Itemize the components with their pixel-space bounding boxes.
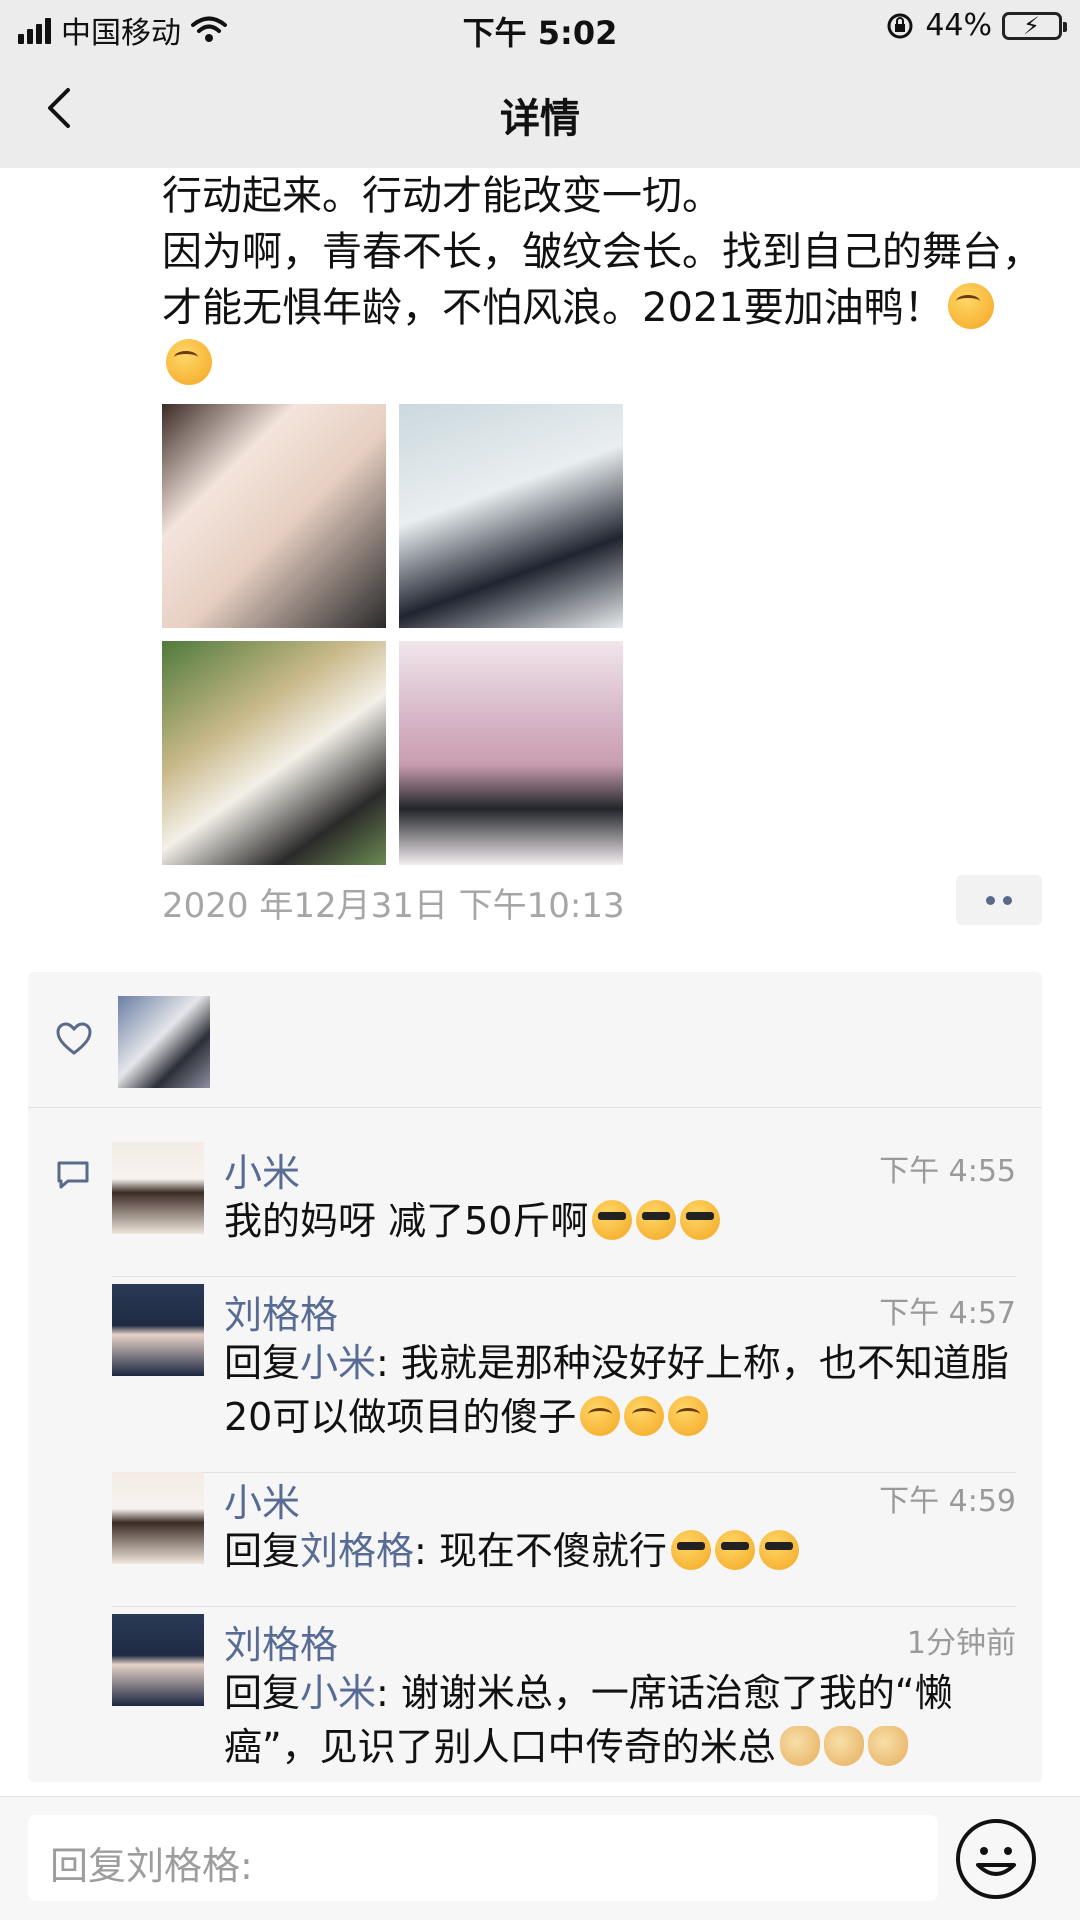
cool-666-emoji-icon <box>592 1200 633 1240</box>
commenter-name[interactable]: 刘格格 <box>224 1614 338 1669</box>
comment-text: 回复小米: 谢谢米总，一席话治愈了我的“懒癌”，见识了别人口中传奇的米总 <box>224 1666 1016 1774</box>
reply-prefix: 回复 <box>224 1341 301 1385</box>
commenter-name[interactable]: 刘格格 <box>224 1284 338 1339</box>
avatar[interactable] <box>112 1614 204 1706</box>
comment-body: : 现在不傻就行 <box>414 1529 667 1573</box>
avatar[interactable] <box>112 1284 204 1376</box>
likes-row <box>28 972 1042 1108</box>
page-title: 详情 <box>500 96 580 142</box>
comment-time: 下午 4:55 <box>879 1154 1016 1189</box>
liker-avatar[interactable] <box>118 996 210 1088</box>
heart-icon <box>56 1022 92 1055</box>
clap-emoji-icon <box>779 1726 820 1766</box>
charging-bolt-icon: ⚡ <box>1023 11 1040 40</box>
photo-grid <box>162 404 624 866</box>
commenter-name[interactable]: 小米 <box>224 1472 300 1527</box>
comment-item[interactable]: 刘格格 下午 4:57 回复小米: 我就是那种没好好上称，也不知道脂20可以做项… <box>112 1284 1016 1473</box>
comment-item[interactable]: 小米 下午 4:55 我的妈呀 减了50斤啊 <box>112 1142 1016 1277</box>
cool-666-emoji-icon <box>680 1200 721 1240</box>
sunglasses-emoji-icon <box>670 1530 711 1570</box>
sunglasses-emoji-icon <box>714 1530 755 1570</box>
comment-time: 下午 4:59 <box>879 1484 1016 1519</box>
comment-item[interactable]: 小米 下午 4:59 回复刘格格: 现在不傻就行 <box>112 1472 1016 1607</box>
bug-eyes-emoji-icon <box>624 1396 665 1436</box>
reply-prefix: 回复 <box>224 1529 301 1573</box>
reply-to-name[interactable]: 小米 <box>300 1671 376 1715</box>
battery-icon: ⚡ <box>1002 11 1067 40</box>
battery-percent: 44% <box>925 8 992 43</box>
comment-item[interactable]: 刘格格 1分钟前 回复小米: 谢谢米总，一席话治愈了我的“懒癌”，见识了别人口中… <box>112 1614 1016 1774</box>
reply-input[interactable]: 回复刘格格: <box>28 1815 938 1901</box>
status-right: 44% ⚡ <box>885 8 1067 43</box>
comment-text: 回复刘格格: 现在不傻就行 <box>224 1524 1016 1578</box>
comment-text: 回复小米: 我就是那种没好好上称，也不知道脂20可以做项目的傻子 <box>224 1336 1016 1444</box>
interactions-panel: 小米 下午 4:55 我的妈呀 减了50斤啊 刘格格 下午 4:57 回复小米:… <box>28 972 1042 1782</box>
reply-prefix: 回复 <box>224 1671 301 1715</box>
photo-2[interactable] <box>399 404 623 628</box>
rotation-lock-icon <box>887 13 913 38</box>
sunglasses-emoji-icon <box>758 1530 799 1570</box>
post-text-line2: 因为啊，青春不长，皱纹会长。找到自己的舞台，才能无惧年龄，不怕风浪。2021要加… <box>162 229 1042 331</box>
comment-divider <box>112 1606 1016 1607</box>
photo-4[interactable] <box>399 641 623 865</box>
bug-eyes-emoji-icon <box>668 1396 709 1436</box>
bug-eyes-emoji-icon <box>580 1396 621 1436</box>
commenter-name[interactable]: 小米 <box>224 1142 300 1197</box>
nav-bar: 详情 <box>0 56 1080 168</box>
smile-face-icon[interactable] <box>952 1815 1040 1903</box>
comment-icon <box>57 1161 89 1189</box>
smirk-emoji-icon <box>947 283 994 329</box>
cool-666-emoji-icon <box>636 1200 677 1240</box>
photo-3[interactable] <box>162 641 386 865</box>
reply-bar: 回复刘格格: <box>0 1796 1080 1920</box>
comment-body: 我的妈呀 减了50斤啊 <box>224 1199 589 1243</box>
avatar[interactable] <box>112 1472 204 1564</box>
status-bar: 中国移动 下午 5:02 44% ⚡ <box>0 0 1080 56</box>
comment-time: 下午 4:57 <box>879 1296 1016 1331</box>
avatar[interactable] <box>112 1142 204 1234</box>
more-dots-icon[interactable] <box>956 875 1042 925</box>
comment-time: 1分钟前 <box>906 1626 1016 1661</box>
post-text: 行动起来。行动才能改变一切。 因为啊，青春不长，皱纹会长。找到自己的舞台，才能无… <box>162 168 1042 392</box>
reply-to-name[interactable]: 刘格格 <box>300 1529 414 1573</box>
comment-divider <box>112 1276 1016 1277</box>
photo-1[interactable] <box>162 404 386 628</box>
clap-emoji-icon <box>867 1726 908 1766</box>
clap-emoji-icon <box>823 1726 864 1766</box>
reply-to-name[interactable]: 小米 <box>300 1341 376 1385</box>
post-text-line1: 行动起来。行动才能改变一切。 <box>162 173 722 219</box>
smirk-emoji-icon <box>166 339 212 385</box>
post-text-paragraph: 因为啊，青春不长，皱纹会长。找到自己的舞台，才能无惧年龄，不怕风浪。2021要加… <box>162 224 1042 392</box>
comment-text: 我的妈呀 减了50斤啊 <box>224 1194 1016 1248</box>
reply-placeholder: 回复刘格格: <box>50 1844 253 1888</box>
post-timestamp: 2020 年12月31日 下午10:13 <box>162 886 625 926</box>
